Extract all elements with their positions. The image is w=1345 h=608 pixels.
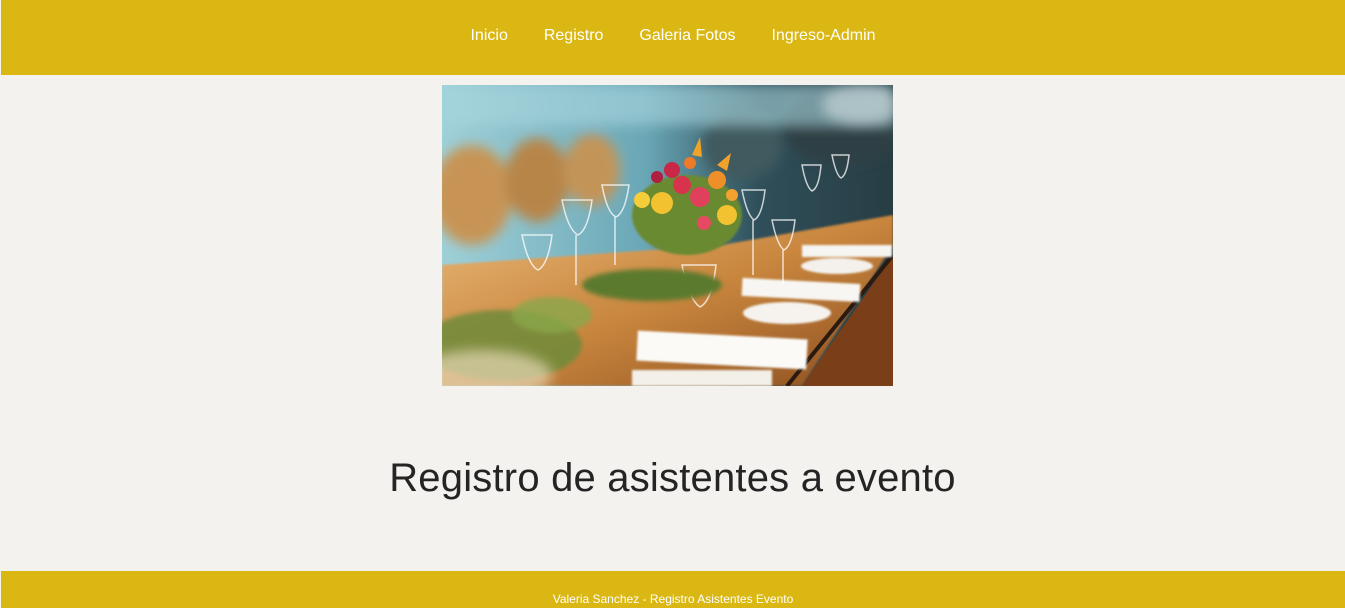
page-title: Registro de asistentes a evento (389, 456, 956, 500)
top-navbar: Inicio Registro Galeria Fotos Ingreso-Ad… (1, 0, 1345, 75)
nav-item-registro: Registro (526, 27, 622, 45)
nav-item-admin: Ingreso-Admin (753, 27, 893, 45)
nav-menu: Inicio Registro Galeria Fotos Ingreso-Ad… (452, 27, 893, 45)
nav-item-galeria: Galeria Fotos (621, 27, 753, 45)
page: Inicio Registro Galeria Fotos Ingreso-Ad… (0, 0, 1345, 608)
banquet-table-photo (442, 85, 893, 386)
footer: Valeria Sanchez - Registro Asistentes Ev… (1, 571, 1345, 608)
nav-item-inicio: Inicio (452, 27, 525, 45)
nav-link-ingreso-admin[interactable]: Ingreso-Admin (753, 27, 893, 44)
hero-image (442, 85, 893, 386)
nav-link-registro[interactable]: Registro (526, 27, 622, 44)
footer-text: Valeria Sanchez - Registro Asistentes Ev… (552, 592, 794, 606)
nav-link-galeria-fotos[interactable]: Galeria Fotos (621, 27, 753, 44)
nav-link-inicio[interactable]: Inicio (452, 27, 525, 44)
